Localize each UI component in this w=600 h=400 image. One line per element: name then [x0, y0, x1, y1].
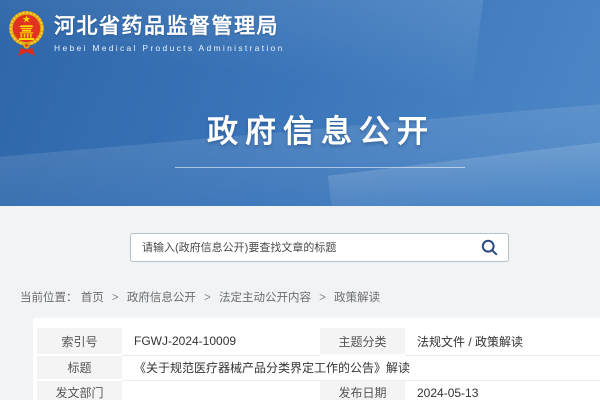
national-emblem-icon [8, 8, 45, 59]
table-row: 标题 《关于规范医疗器械产品分类界定工作的公告》解读 [37, 355, 600, 380]
title-value: 《关于规范医疗器械产品分类界定工作的公告》解读 [122, 355, 600, 380]
issuing-department-label: 发文部门 [37, 380, 122, 400]
breadcrumb-prefix: 当前位置： [20, 292, 78, 304]
search-box [130, 233, 509, 262]
topic-category-label: 主题分类 [320, 328, 405, 355]
agency-name: 河北省药品监督管理局 [54, 15, 285, 39]
breadcrumb-item-statutory-disclosure[interactable]: 法定主动公开内容 [219, 292, 311, 304]
breadcrumb: 当前位置： 首页 > 政府信息公开 > 法定主动公开内容 > 政策解读 [20, 289, 380, 305]
document-info-table: 索引号 FGWJ-2024-10009 主题分类 法规文件 / 政策解读 标题 … [37, 328, 600, 400]
site-header: 河北省药品监督管理局 Hebei Medical Products Admini… [0, 0, 600, 206]
page-title: 政府信息公开 [0, 112, 600, 152]
search-button[interactable] [477, 234, 508, 261]
agency-name-english: Hebei Medical Products Administration [54, 43, 285, 53]
breadcrumb-item-home[interactable]: 首页 [81, 292, 104, 304]
publish-date-label: 发布日期 [320, 380, 405, 400]
agency-logo-link[interactable]: 河北省药品监督管理局 Hebei Medical Products Admini… [8, 8, 285, 59]
breadcrumb-separator: > [204, 292, 211, 304]
document-info-card: 索引号 FGWJ-2024-10009 主题分类 法规文件 / 政策解读 标题 … [33, 318, 600, 400]
agency-name-block: 河北省药品监督管理局 Hebei Medical Products Admini… [54, 8, 285, 53]
publish-date-value: 2024-05-13 [405, 380, 600, 400]
breadcrumb-separator: > [319, 292, 326, 304]
breadcrumb-item-policy-interpretation: 政策解读 [334, 292, 380, 304]
table-row: 发文部门 发布日期 2024-05-13 [37, 380, 600, 400]
topic-category-value: 法规文件 / 政策解读 [405, 328, 600, 355]
banner-divider [175, 167, 465, 168]
issuing-department-value [122, 380, 320, 400]
search-icon [481, 239, 498, 256]
index-number-value: FGWJ-2024-10009 [122, 328, 320, 355]
title-label: 标题 [37, 355, 122, 380]
breadcrumb-separator: > [112, 292, 119, 304]
page: 河北省药品监督管理局 Hebei Medical Products Admini… [0, 0, 600, 400]
index-number-label: 索引号 [37, 328, 122, 355]
search-input[interactable] [131, 234, 477, 261]
breadcrumb-item-gov-info[interactable]: 政府信息公开 [127, 292, 196, 304]
table-row: 索引号 FGWJ-2024-10009 主题分类 法规文件 / 政策解读 [37, 328, 600, 355]
